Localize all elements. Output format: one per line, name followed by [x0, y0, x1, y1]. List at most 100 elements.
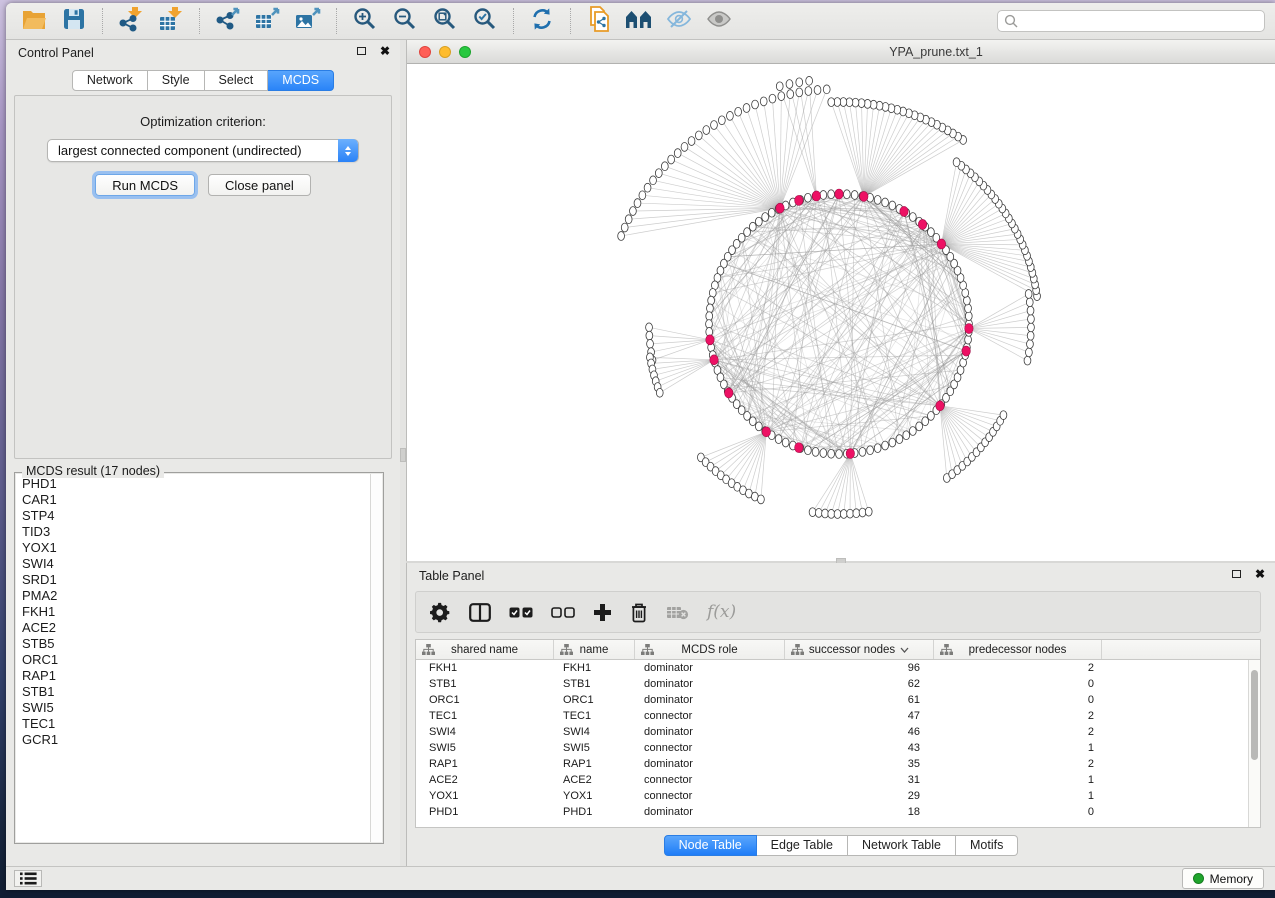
mcds-hub-node[interactable] [795, 195, 803, 205]
tab-style[interactable]: Style [148, 70, 205, 91]
close-panel-icon[interactable]: ✖ [1255, 569, 1265, 579]
delete-column-button[interactable] [630, 602, 648, 623]
graph-node[interactable] [896, 435, 903, 444]
zoom-in-button[interactable] [347, 6, 383, 36]
export-network-button[interactable] [210, 6, 246, 36]
tab-motifs[interactable]: Motifs [956, 835, 1018, 856]
memory-button[interactable]: Memory [1182, 868, 1264, 889]
graph-node[interactable] [820, 191, 827, 200]
mcds-result-item[interactable]: CAR1 [22, 492, 370, 508]
table-row[interactable]: ORC1ORC1dominator610 [416, 692, 1248, 708]
graph-node[interactable] [889, 438, 896, 447]
float-panel-icon[interactable] [357, 47, 366, 55]
graph-node[interactable] [828, 98, 835, 107]
mcds-hub-node[interactable] [846, 449, 854, 459]
graph-node[interactable] [727, 111, 734, 120]
graph-node[interactable] [820, 449, 827, 458]
graph-node[interactable] [889, 201, 896, 210]
graph-node[interactable] [828, 190, 835, 199]
table-row[interactable]: TEC1TEC1connector472 [416, 708, 1248, 724]
show-column-panel-button[interactable] [469, 603, 491, 622]
graph-node[interactable] [1027, 331, 1034, 340]
scrollbar-thumb[interactable] [1251, 670, 1258, 760]
import-network-button[interactable] [113, 6, 149, 36]
mcds-result-item[interactable]: ORC1 [22, 652, 370, 668]
graph-node[interactable] [782, 438, 789, 447]
tab-network[interactable]: Network [72, 70, 148, 91]
graph-node[interactable] [668, 155, 675, 164]
mcds-hub-node[interactable] [835, 189, 843, 199]
mcds-hub-node[interactable] [725, 388, 733, 398]
graph-node[interactable] [865, 507, 872, 516]
graph-node[interactable] [634, 199, 641, 208]
mcds-hub-node[interactable] [900, 206, 908, 216]
graph-node[interactable] [809, 508, 816, 517]
graph-node[interactable] [965, 335, 972, 344]
graph-node[interactable] [812, 447, 819, 456]
table-row[interactable]: ACE2ACE2connector311 [416, 772, 1248, 788]
graph-node[interactable] [851, 191, 858, 200]
mcds-result-item[interactable]: PMA2 [22, 588, 370, 604]
mcds-list-scrollbar[interactable] [370, 474, 382, 842]
graph-node[interactable] [674, 149, 681, 158]
mcds-result-item[interactable]: FKH1 [22, 604, 370, 620]
graph-node[interactable] [814, 86, 821, 95]
mcds-hub-node[interactable] [965, 324, 973, 334]
graph-node[interactable] [755, 422, 762, 431]
graph-node[interactable] [762, 213, 769, 222]
graph-node[interactable] [630, 207, 637, 216]
mcds-hub-node[interactable] [962, 346, 970, 356]
graph-node[interactable] [796, 88, 803, 97]
mcds-result-item[interactable]: PHD1 [22, 476, 370, 492]
mcds-result-item[interactable]: TID3 [22, 524, 370, 540]
mcds-hub-node[interactable] [776, 203, 784, 213]
graph-node[interactable] [707, 304, 714, 313]
graph-node[interactable] [760, 97, 767, 106]
graph-node[interactable] [874, 444, 881, 453]
hide-selected-button[interactable] [661, 6, 697, 36]
mcds-result-item[interactable]: GCR1 [22, 732, 370, 748]
graph-node[interactable] [787, 90, 794, 99]
mcds-result-item[interactable]: ACE2 [22, 620, 370, 636]
export-table-button[interactable] [250, 6, 286, 36]
zoom-selected-button[interactable] [467, 6, 503, 36]
graph-node[interactable] [768, 208, 775, 217]
zoom-fit-button[interactable] [427, 6, 463, 36]
network-window-titlebar[interactable]: YPA_prune.txt_1 [407, 40, 1275, 64]
graph-node[interactable] [775, 435, 782, 444]
graph-node[interactable] [688, 137, 695, 146]
create-column-button[interactable] [593, 603, 612, 622]
mcds-hub-node[interactable] [936, 401, 944, 411]
mcds-result-item[interactable]: SWI4 [22, 556, 370, 572]
graph-node[interactable] [644, 183, 651, 192]
tab-select[interactable]: Select [205, 70, 269, 91]
graph-node[interactable] [718, 116, 725, 125]
maximize-window-icon[interactable] [459, 46, 471, 58]
import-table-button[interactable] [153, 6, 189, 36]
graph-node[interactable] [621, 223, 628, 232]
graph-node[interactable] [965, 312, 972, 321]
graph-node[interactable] [836, 450, 843, 459]
first-neighbors-button[interactable] [621, 6, 657, 36]
mcds-result-item[interactable]: SRD1 [22, 572, 370, 588]
export-image-button[interactable] [290, 6, 326, 36]
graph-node[interactable] [859, 447, 866, 456]
graph-node[interactable] [755, 217, 762, 226]
mcds-hub-node[interactable] [762, 427, 770, 437]
column-header-MCDS-role[interactable]: MCDS role [635, 640, 785, 659]
mcds-result-item[interactable]: STB1 [22, 684, 370, 700]
mcds-result-list[interactable]: PHD1CAR1STP4TID3YOX1SWI4SRD1PMA2FKH1ACE2… [16, 474, 370, 842]
mcds-result-item[interactable]: STP4 [22, 508, 370, 524]
graph-node[interactable] [661, 162, 668, 171]
graph-node[interactable] [859, 508, 866, 517]
graph-node[interactable] [786, 80, 793, 89]
run-mcds-button[interactable]: Run MCDS [95, 174, 195, 196]
mcds-hub-node[interactable] [937, 239, 945, 249]
graph-node[interactable] [909, 427, 916, 436]
duplicate-network-button[interactable] [581, 6, 617, 36]
graph-node[interactable] [796, 78, 803, 87]
graph-node[interactable] [655, 169, 662, 178]
graph-node[interactable] [804, 446, 811, 455]
table-row[interactable]: FKH1FKH1dominator962 [416, 660, 1248, 676]
tab-mcds[interactable]: MCDS [268, 70, 334, 91]
